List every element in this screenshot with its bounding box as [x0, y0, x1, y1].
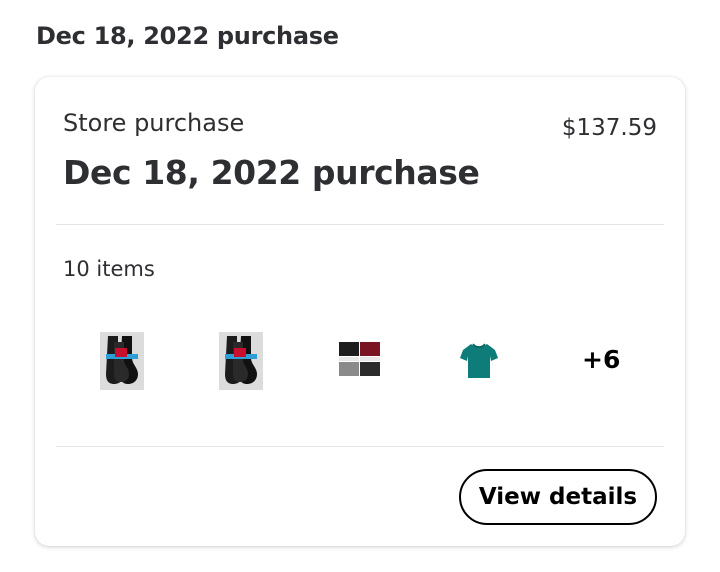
- store-purchase-label: Store purchase: [63, 109, 245, 137]
- socks-pack-icon[interactable]: [219, 332, 263, 390]
- socks-pack-icon[interactable]: [100, 332, 144, 390]
- teal-tshirt-icon[interactable]: [457, 332, 501, 390]
- purchase-title: Dec 18, 2022 purchase: [63, 153, 480, 192]
- divider: [56, 224, 664, 225]
- more-items-count: +6: [582, 345, 621, 374]
- items-count: 10 items: [63, 257, 155, 281]
- divider: [56, 446, 664, 447]
- underwear-pack-icon[interactable]: [339, 332, 383, 390]
- purchase-total: $137.59: [561, 115, 657, 141]
- view-details-button[interactable]: View details: [459, 469, 657, 525]
- purchase-card[interactable]: Store purchase $137.59 Dec 18, 2022 purc…: [35, 77, 685, 546]
- section-heading: Dec 18, 2022 purchase: [36, 22, 339, 50]
